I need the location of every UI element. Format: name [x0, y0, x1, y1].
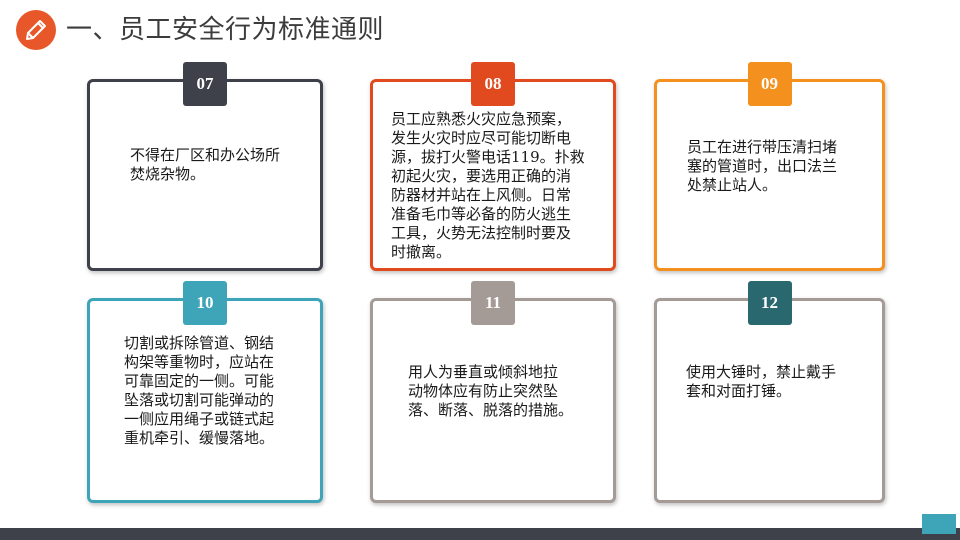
page-title: 一、员工安全行为标准通则	[66, 15, 385, 45]
footer-bar	[0, 528, 960, 540]
card-number-badge: 09	[747, 62, 792, 106]
card-text: 不得在厂区和办公场所 焚烧杂物。	[130, 146, 281, 183]
card-text: 用人为垂直或倾斜地拉 动物体应有防止突然坠 落、断落、脱落的措施。	[408, 363, 574, 419]
rule-card-12: 12 使用大锤时，禁止戴手 套和对面打锤。	[654, 281, 885, 503]
rule-card-09: 09 员工在进行带压清扫堵 塞的管道时，出口法兰 处禁止站人。	[654, 62, 885, 271]
card-number-badge: 08	[471, 62, 515, 106]
card-number-badge: 12	[747, 281, 792, 325]
card-text: 切割或拆除管道、钢结 构架等重物时，应站在 可靠固定的一侧。可能 坠落或切割可能…	[124, 334, 275, 447]
card-number-badge: 11	[471, 281, 515, 325]
card-text: 员工在进行带压清扫堵 塞的管道时，出口法兰 处禁止站人。	[687, 138, 838, 194]
card-text: 使用大锤时，禁止戴手 套和对面打锤。	[686, 363, 837, 400]
rule-card-08: 08 员工应熟悉火灾应急预案， 发生火灾时应尽可能切断电 源，拔打火警电话119…	[370, 62, 616, 271]
card-text: 员工应熟悉火灾应急预案， 发生火灾时应尽可能切断电 源，拔打火警电话119。扑救…	[391, 110, 585, 261]
footer-accent	[922, 514, 956, 534]
card-number-badge: 10	[183, 281, 227, 325]
rule-card-07: 07 不得在厂区和办公场所 焚烧杂物。	[87, 62, 323, 271]
rule-card-11: 11 用人为垂直或倾斜地拉 动物体应有防止突然坠 落、断落、脱落的措施。	[370, 281, 616, 503]
rule-card-10: 10 切割或拆除管道、钢结 构架等重物时，应站在 可靠固定的一侧。可能 坠落或切…	[87, 281, 323, 503]
card-number-badge: 07	[183, 62, 227, 106]
pencil-icon	[16, 10, 56, 50]
